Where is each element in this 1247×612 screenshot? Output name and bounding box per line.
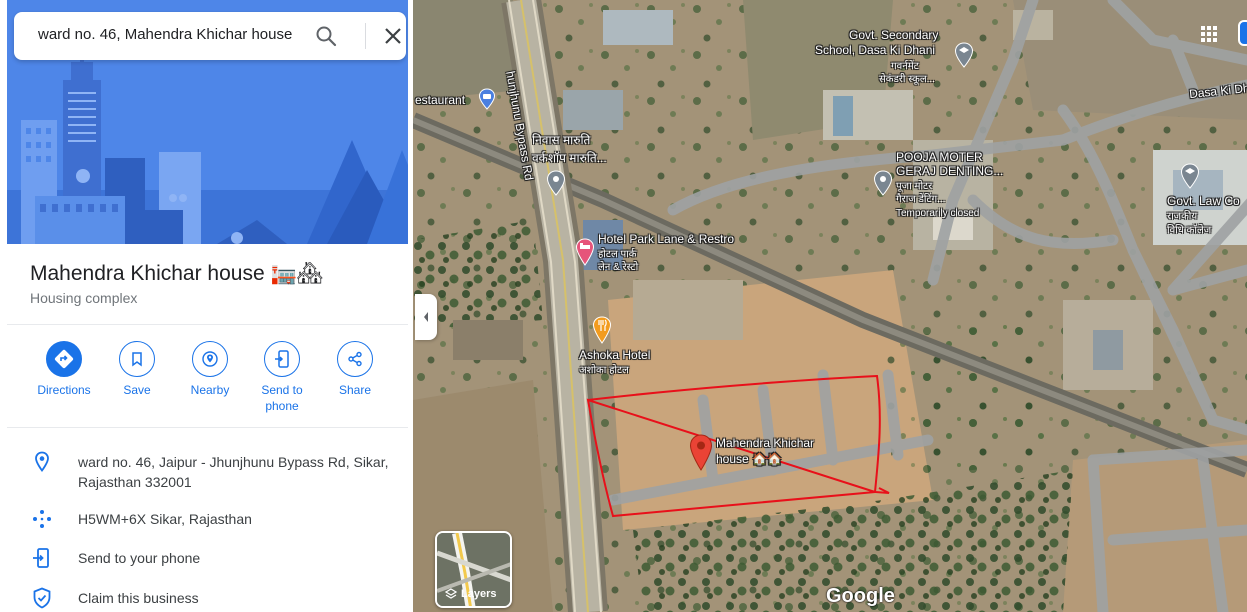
college-pin-icon[interactable] (1180, 163, 1200, 194)
map-label-law-1[interactable]: Govt. Law Co (1167, 194, 1240, 208)
location-pin-icon (30, 450, 54, 474)
directions-icon (46, 341, 82, 377)
map-label-workshop-2[interactable]: वर्कशॉप मारुति... (532, 151, 607, 165)
map-label-restaurant[interactable]: estaurant (415, 93, 465, 107)
map-label-school-3[interactable]: गवर्नमेंट (891, 60, 919, 74)
food-pin-icon[interactable] (592, 316, 612, 349)
search-box[interactable]: ward no. 46, Mahendra Khichar house (14, 12, 406, 60)
directions-button[interactable]: Directions (28, 341, 100, 398)
address-row[interactable]: ward no. 46, Jaipur - Jhunjhunu Bypass R… (30, 450, 400, 490)
map-label-workshop-1[interactable]: निवास मारुति (532, 133, 590, 147)
layers-label-wrap: Layers (445, 588, 496, 600)
directions-label: Directions (37, 383, 91, 397)
close-icon[interactable] (381, 24, 405, 48)
divider (7, 427, 408, 428)
address-line-2: Rajasthan 332001 (78, 474, 192, 490)
bookmark-icon (119, 341, 155, 377)
place-panel: ward no. 46, Mahendra Khichar house Mahe… (0, 0, 413, 612)
layers-button[interactable]: Layers (435, 531, 512, 608)
share-label: Share (338, 383, 372, 397)
map-label-hotel-park-2[interactable]: होटल पार्क (598, 248, 636, 262)
share-button[interactable]: Share (319, 341, 391, 398)
save-label: Save (123, 383, 151, 397)
search-icon[interactable] (314, 24, 338, 48)
send-to-phone-button[interactable]: Send to phone (246, 341, 318, 414)
plus-code-row[interactable]: H5WM+6X Sikar, Rajasthan (30, 507, 400, 531)
claim-business-text: Claim this business (78, 590, 199, 606)
layers-label: Layers (461, 588, 497, 600)
satellite-map[interactable]: estaurant hunjhunu Bypass Rd निवास मारुत… (413, 0, 1247, 612)
send-to-phone-icon (264, 341, 300, 377)
shield-check-icon (30, 586, 54, 610)
map-label-law-2[interactable]: राजकीय (1167, 210, 1197, 224)
google-logo: Google (826, 585, 895, 607)
send-to-phone-row[interactable]: Send to your phone (30, 546, 400, 570)
map-label-pooja-status: Temporarily closed (896, 208, 980, 219)
send-to-phone-label-line1: Send to (261, 383, 303, 397)
map-label-hotel-park-3[interactable]: लेन & रेस्टो (598, 261, 638, 275)
plus-code-text: H5WM+6X Sikar, Rajasthan (78, 511, 252, 527)
chevron-left-icon (424, 312, 428, 322)
send-to-phone-label-line2: phone (265, 399, 299, 413)
map-label-ashoka-1[interactable]: Ashoka Hotel (579, 348, 650, 362)
map-label-pooja-4[interactable]: गैराज डेंटिंग... (896, 193, 945, 207)
search-divider (365, 23, 366, 49)
send-to-phone-text: Send to your phone (78, 550, 201, 566)
map-label-pooja-3[interactable]: पूजा मोटर (896, 180, 932, 194)
send-to-phone-label: Send to phone (246, 382, 318, 414)
selected-place-pin-icon[interactable] (689, 434, 713, 477)
map-label-pooja-1[interactable]: POOJA MOTER (896, 150, 983, 164)
map-label-hotel-park-1[interactable]: Hotel Park Lane & Restro (598, 232, 734, 246)
place-category[interactable]: Housing complex (30, 290, 137, 306)
save-button[interactable]: Save (101, 341, 173, 398)
nearby-button[interactable]: Nearby (174, 341, 246, 398)
school-pin-icon[interactable] (954, 42, 974, 73)
search-input[interactable]: ward no. 46, Mahendra Khichar house (38, 26, 308, 43)
nearby-label: Nearby (190, 383, 230, 397)
workshop-pin-icon[interactable] (546, 170, 566, 201)
collapse-panel-button[interactable] (415, 294, 437, 340)
address-line-1: ward no. 46, Jaipur - Jhunjhunu Bypass R… (78, 454, 389, 470)
map-imagery (413, 0, 1247, 612)
phone-send-icon (30, 546, 54, 570)
restaurant-pin-icon[interactable] (478, 88, 496, 115)
map-label-school-1[interactable]: Govt. Secondary (849, 28, 938, 42)
plus-code-icon (30, 507, 54, 531)
map-label-pooja-2[interactable]: GERAJ DENTING... (896, 164, 1003, 178)
address-text: ward no. 46, Jaipur - Jhunjhunu Bypass R… (78, 452, 398, 492)
hotel-pin-icon[interactable] (575, 238, 595, 271)
divider (7, 324, 408, 325)
share-icon (337, 341, 373, 377)
account-avatar[interactable] (1238, 20, 1247, 46)
map-label-school-2[interactable]: School, Dasa Ki Dhani (815, 43, 935, 57)
nearby-icon (192, 341, 228, 377)
map-label-school-4[interactable]: सेकंडरी स्कूल... (879, 73, 935, 87)
map-label-law-3[interactable]: विधि कॉलेज (1167, 224, 1211, 238)
map-label-selected-2[interactable]: house 🏠🏠 (716, 452, 782, 466)
map-label-ashoka-2[interactable]: अशोका होटल (579, 364, 629, 378)
layers-icon (445, 588, 457, 599)
map-label-selected-1[interactable]: Mahendra Khichar (716, 436, 814, 450)
place-title: Mahendra Khichar house 🏣🏘 (30, 262, 324, 285)
claim-business-row[interactable]: Claim this business (30, 586, 400, 610)
apps-grid-icon[interactable] (1200, 25, 1218, 43)
garage-pin-icon[interactable] (873, 170, 893, 201)
